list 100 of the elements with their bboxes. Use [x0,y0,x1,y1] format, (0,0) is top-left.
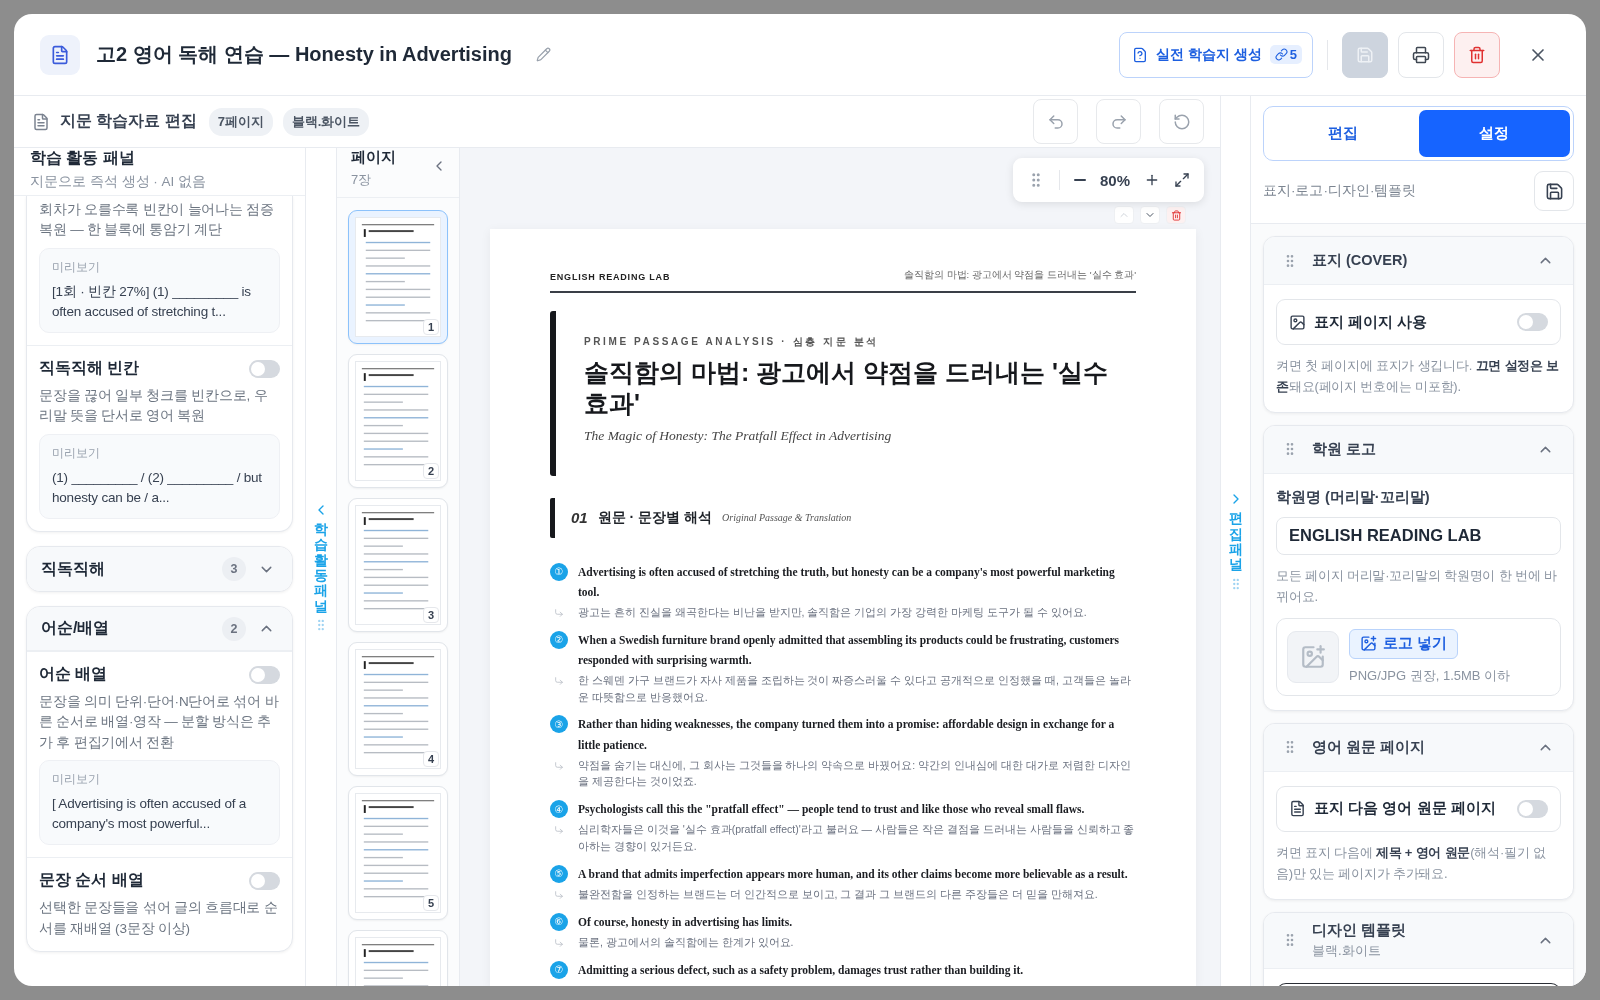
toggle-switch[interactable] [249,871,280,890]
activity-title: 문장 순서 배열 [39,870,144,891]
image-icon [1289,313,1306,331]
page-count: 7장 [351,171,373,189]
trash-icon [1170,209,1182,221]
redo-button[interactable] [1096,99,1141,144]
preview-text: [ Advertising is often accused of a company's most powerful... [52,794,248,833]
save-settings-button[interactable] [1534,171,1574,211]
sentence-number: ③ [550,715,568,734]
reset-button[interactable] [1159,99,1204,144]
preview-text: [1회 · 빈칸 27%] (1) _________ is often accused of stretching t... [52,282,252,321]
add-logo-button[interactable]: 로고 넣기 [1349,628,1459,659]
group-title: 어순/배열 [41,618,111,638]
help-text: 켜면 첫 페이지에 표지가 생깁니다. 끄면 설정은 보존돼요(페이지 번호에는 미포함). [1276,357,1561,397]
corner-arrow-icon [554,675,564,686]
pencil-icon[interactable] [536,47,551,62]
preview-label: 미리보기 [52,770,101,788]
save-icon [1544,181,1564,201]
preview-text: (1) _________ / (2) _________ / but honesty can be / a... [52,468,263,507]
korean-translation: 심리학자들은 이것을 '실수 효과(pratfall effect)'라고 불러요 — 사람들은 작은 결점을 드러내는 사람들을 신뢰하고 좋아하는 경향이 있거든요. [578,822,1136,855]
document-icon [40,34,80,75]
count-badge: 5 [1269,45,1302,64]
toggle-label: 표지 페이지 사용 [1314,312,1429,332]
page-thumbnail[interactable]: 2 [348,354,448,488]
pages-title: 페이지 [351,148,396,167]
document-icon [32,112,50,131]
undo-button[interactable] [1033,99,1078,144]
fullscreen-button[interactable] [1174,172,1190,188]
section-title: 디자인 템플릿 [1312,920,1408,940]
question-document-icon [1132,46,1148,63]
academy-name-field[interactable]: ENGLISH READING LAB [1276,516,1561,555]
toggle-label: 표지 다음 영어 원문 페이지 [1314,799,1497,819]
korean-translation: 약점을 숨기는 대신에, 그 회사는 그것들을 하나의 약속으로 바꿨어요: 약간의 인내심에 대한 대가로 저렴한 디자인을 제공한다는 것이었죠. [578,757,1132,790]
korean-translation: 광고는 흔히 진실을 왜곡한다는 비난을 받지만, 솔직함은 기업의 가장 강력한 마케팅 도구가 될 수 있어요. [578,604,1088,620]
preview-label: 미리보기 [52,444,101,462]
sentence-number: ① [550,562,568,581]
save-icon [1356,45,1374,64]
korean-translation: 불완전함을 인정하는 브랜드는 더 인간적으로 보이고, 그 결과 그 브랜드의 다른 주장들은 더 믿을 만해져요. [578,887,1099,903]
toggle-switch[interactable] [249,665,280,684]
english-sentence: A brand that admits imperfection appears more human, and its other claims become more believable as a result. [578,866,1129,883]
upload-hint: PNG/JPG 권장, 1.5MB 이하 [1349,666,1511,685]
generate-worksheet-button[interactable]: 실전 학습지 생성 5 [1119,31,1313,78]
minus-icon [1073,179,1086,181]
move-down-button[interactable] [1140,206,1160,224]
delete-button[interactable] [1454,31,1500,78]
printer-icon [1412,45,1430,64]
activity-description: 회차가 오를수록 빈칸이 늘어나는 점증 복원 — 한 블록에 통암기 계단 [39,201,275,240]
eyebrow-text: PRIME PASSAGE ANALYSIS · 심층 지문 분석 [584,335,880,349]
running-header: 솔직함의 마법: 광고에서 약점을 드러내는 '실수 효과' [903,269,1136,282]
corner-arrow-icon [554,760,564,771]
section-number: 01 [571,509,588,526]
section-title: 학원 로고 [1312,439,1378,459]
delete-page-button[interactable] [1166,206,1186,224]
page-thumbnail[interactable]: 3 [348,498,448,632]
document-title: 솔직함의 마법: 광고에서 약점을 드러내는 '실수 효과' [584,357,1109,420]
toggle-switch[interactable] [1517,313,1548,331]
toggle-switch[interactable] [249,359,280,378]
page-thumbnail[interactable]: 4 [348,642,448,776]
document-icon [1289,800,1306,818]
editor-title: 지문 학습자료 편집 [60,111,197,131]
reset-icon [1172,112,1191,131]
english-sentence: Advertising is often accused of stretching the truth, but honesty can be a company's most powerful marketing tool. [578,564,1116,600]
save-button[interactable] [1342,31,1388,78]
help-text: 켜면 표지 다음에 제목 + 영어 원문(해석·필기 없음)만 있는 페이지가 추가돼요. [1276,843,1547,884]
trash-icon [1468,45,1486,64]
page-thumbnail[interactable]: 5 [348,786,448,920]
section-title: 표지 (COVER) [1312,251,1409,270]
preview-label: 미리보기 [52,258,101,276]
print-button[interactable] [1398,31,1444,78]
sentence-number: ⑦ [550,960,568,979]
tab[interactable]: 설정 [1418,110,1570,157]
sentence-number: ⑤ [550,864,568,883]
english-sentence: Admitting a serious defect, such as a safety problem, damages trust rather than building it. [578,962,1025,979]
panel-title: 학습 활동 패널 [30,148,136,168]
panel-subtitle: 지문으로 즉석 생성 · AI 없음 [30,173,207,191]
undo-icon [1046,112,1065,131]
image-plus-icon [1360,635,1377,653]
activity-description: 문장을 끊어 일부 청크를 빈칸으로, 우리말 뜻을 단서로 영어 복원 [39,387,269,426]
settings-subtitle: 표지·로고·디자인·템플릿 [1263,182,1417,200]
activity-title: 직독직해 빈칸 [39,358,140,378]
section-subtitle: Original Passage & Translation [722,512,852,523]
window-title: 고2 영어 독해 연습 — Honesty in Advertising [96,42,512,67]
count-badge: 3 [222,557,246,581]
image-placeholder-icon [1287,630,1339,683]
activity-description: 문장을 의미 단위·단어·N단어로 섞어 바른 순서로 배열·영작 — 분할 방식은 추가 후 편집기에서 전환 [39,693,280,752]
field-label: 학원명 (머리말·꼬리말) [1276,487,1431,507]
group-title: 직독직해 [41,558,106,579]
info-badge: 블랙.화이트 [282,107,370,136]
activity-description: 선택한 문장들을 섞어 글의 흐름대로 순서를 재배열 (3문장 이상) [39,899,279,938]
zoom-in-button[interactable] [1144,172,1160,188]
plus-icon [1144,172,1160,188]
english-sentence: When a Swedish furniture brand openly admitted that assembling its products could be frustrating, customers responded with surprising warmth. [578,632,1121,669]
korean-translation: 물론, 광고에서의 솔직함에는 한계가 있어요. [578,935,795,950]
running-header: ENGLISH READING LAB [550,272,671,282]
sentence-number: ② [550,630,568,649]
page-thumbnail[interactable]: 1 [348,210,448,344]
sentence-number: ⑥ [550,912,568,931]
korean-translation: 한 스웨덴 가구 브랜드가 자사 제품을 조립하는 것이 짜증스러울 수 있다고 공개적으로 인정했을 때, 고객들은 놀라운 따뜻함으로 반응했어요. [578,672,1132,705]
tab[interactable]: 편집 [1267,110,1419,157]
toggle-switch[interactable] [1517,799,1548,818]
